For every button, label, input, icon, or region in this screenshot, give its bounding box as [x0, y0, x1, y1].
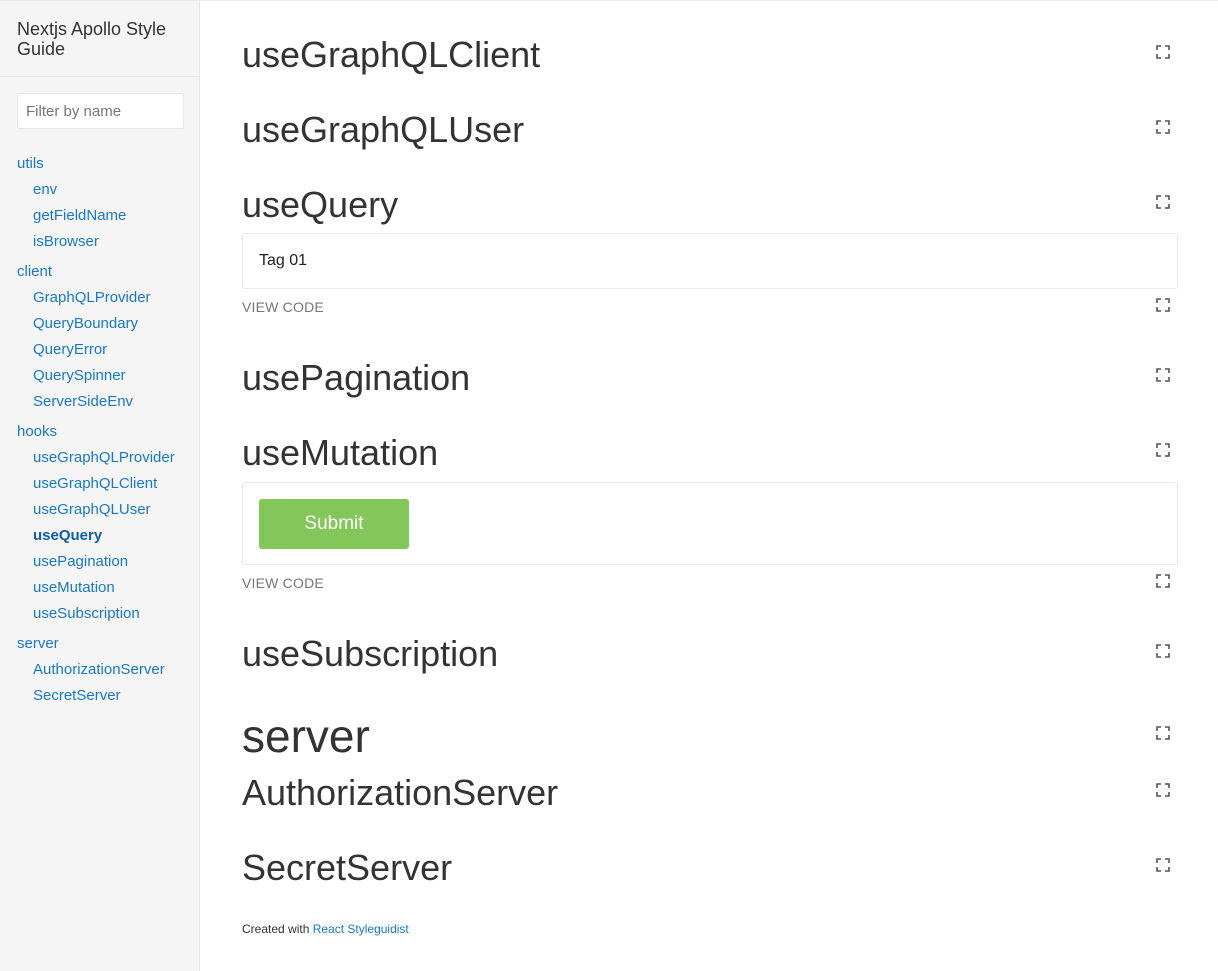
nav-item-graphqlprovider[interactable]: GraphQLProvider — [0, 285, 200, 311]
expand-icon[interactable] — [1156, 298, 1170, 312]
section-title-authorizationserver[interactable]: AuthorizationServer — [242, 773, 558, 813]
nav-item-usequery[interactable]: useQuery — [0, 523, 200, 549]
sidebar-header: Nextjs Apollo Style Guide — [0, 1, 199, 77]
section-title-usemutation[interactable]: useMutation — [242, 433, 438, 473]
nav-item-secretserver[interactable]: SecretServer — [0, 683, 200, 709]
expand-icon[interactable] — [1156, 368, 1170, 382]
nav-item-authorizationserver[interactable]: AuthorizationServer — [0, 657, 200, 683]
usequery-preview: Tag 01 — [242, 233, 1178, 289]
nav-item-queryerror[interactable]: QueryError — [0, 337, 200, 363]
nav-section-utils[interactable]: utils — [0, 151, 200, 177]
nav-group-client: client GraphQLProvider QueryBoundary Que… — [0, 259, 200, 415]
sidebar-nav: utils env getFieldName isBrowser client … — [0, 151, 200, 713]
view-code-button[interactable]: VIEW CODE — [242, 575, 324, 591]
nav-item-serversideenv[interactable]: ServerSideEnv — [0, 389, 200, 415]
nav-item-usegraphqluser[interactable]: useGraphQLUser — [0, 497, 200, 523]
nav-item-queryboundary[interactable]: QueryBoundary — [0, 311, 200, 337]
view-code-button[interactable]: VIEW CODE — [242, 299, 324, 315]
usemutation-preview: Submit — [242, 482, 1178, 565]
nav-group-hooks: hooks useGraphQLProvider useGraphQLClien… — [0, 419, 200, 627]
footer-link[interactable]: React Styleguidist — [313, 922, 409, 936]
section-title-usegraphqluser[interactable]: useGraphQLUser — [242, 110, 524, 150]
nav-item-usesubscription[interactable]: useSubscription — [0, 601, 200, 627]
nav-section-hooks[interactable]: hooks — [0, 419, 200, 445]
filter-input[interactable] — [17, 93, 184, 129]
section-title-usepagination[interactable]: usePagination — [242, 358, 470, 398]
nav-section-server[interactable]: server — [0, 631, 200, 657]
section-title-usegraphqlclient[interactable]: useGraphQLClient — [242, 35, 540, 75]
footer-text: Created with — [242, 922, 310, 936]
expand-icon[interactable] — [1156, 443, 1170, 457]
section-title-secretserver[interactable]: SecretServer — [242, 848, 452, 888]
nav-group-utils: utils env getFieldName isBrowser — [0, 151, 200, 255]
nav-item-usepagination[interactable]: usePagination — [0, 549, 200, 575]
expand-icon[interactable] — [1156, 726, 1170, 740]
nav-group-server: server AuthorizationServer SecretServer — [0, 631, 200, 709]
sidebar-title: Nextjs Apollo Style Guide — [17, 19, 167, 59]
submit-button[interactable]: Submit — [259, 499, 409, 549]
nav-item-env[interactable]: env — [0, 177, 200, 203]
expand-icon[interactable] — [1156, 195, 1170, 209]
nav-item-usegraphqlprovider[interactable]: useGraphQLProvider — [0, 445, 200, 471]
expand-icon[interactable] — [1156, 783, 1170, 797]
expand-icon[interactable] — [1156, 574, 1170, 588]
section-title-usesubscription[interactable]: useSubscription — [242, 634, 498, 674]
preview-text: Tag 01 — [259, 252, 308, 269]
styleguide-page: Nextjs Apollo Style Guide utils env getF… — [0, 0, 1218, 971]
nav-item-getfieldname[interactable]: getFieldName — [0, 203, 200, 229]
nav-section-client[interactable]: client — [0, 259, 200, 285]
section-title-server[interactable]: server — [242, 711, 370, 761]
expand-icon[interactable] — [1156, 858, 1170, 872]
sidebar: Nextjs Apollo Style Guide utils env getF… — [0, 1, 200, 971]
footer: Created with React Styleguidist — [242, 922, 409, 936]
nav-item-isbrowser[interactable]: isBrowser — [0, 229, 200, 255]
expand-icon[interactable] — [1156, 120, 1170, 134]
section-title-usequery[interactable]: useQuery — [242, 185, 398, 225]
nav-item-usegraphqlclient[interactable]: useGraphQLClient — [0, 471, 200, 497]
nav-item-usemutation[interactable]: useMutation — [0, 575, 200, 601]
nav-item-queryspinner[interactable]: QuerySpinner — [0, 363, 200, 389]
expand-icon[interactable] — [1156, 644, 1170, 658]
expand-icon[interactable] — [1156, 45, 1170, 59]
